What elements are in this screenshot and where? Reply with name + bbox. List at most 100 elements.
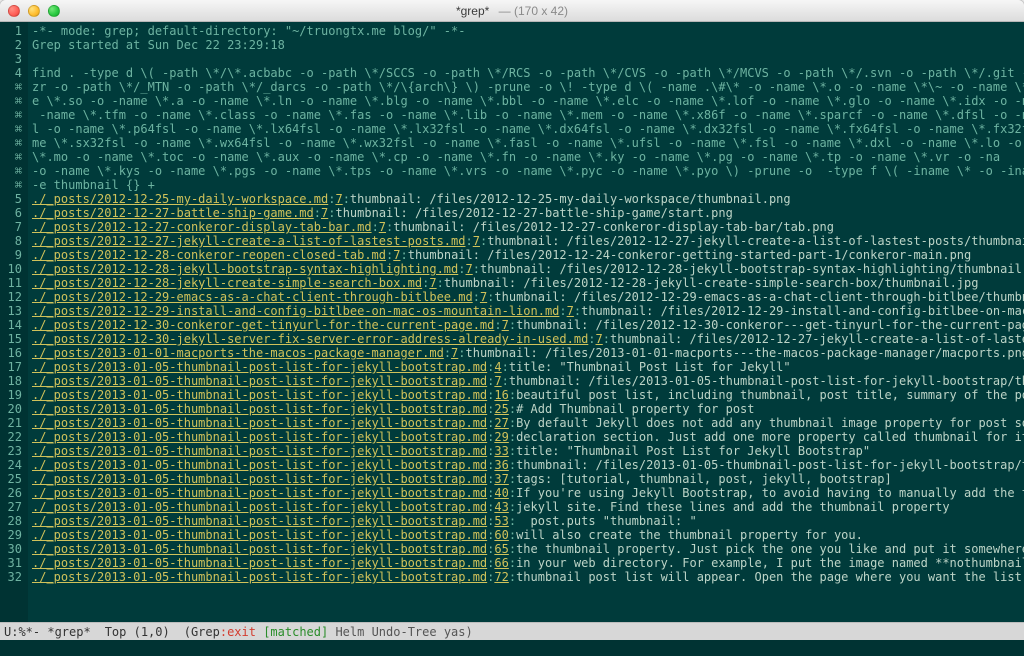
zoom-icon[interactable] [48,5,60,17]
grep-file-path[interactable]: ./_posts/2013-01-05-thumbnail-post-list-… [32,570,487,584]
grep-result[interactable]: ./_posts/2012-12-30-conkeror-get-tinyurl… [32,318,1024,332]
grep-line-no[interactable]: 7 [466,262,473,276]
grep-result[interactable]: ./_posts/2013-01-05-thumbnail-post-list-… [32,472,1024,486]
grep-file-path[interactable]: ./_posts/2013-01-05-thumbnail-post-list-… [32,374,487,388]
grep-file-path[interactable]: ./_posts/2013-01-05-thumbnail-post-list-… [32,556,487,570]
grep-file-path[interactable]: ./_posts/2013-01-05-thumbnail-post-list-… [32,500,487,514]
grep-line-no[interactable]: 7 [502,318,509,332]
grep-result[interactable]: ./_posts/2013-01-05-thumbnail-post-list-… [32,360,1024,374]
grep-line-no[interactable]: 16 [494,388,508,402]
grep-started[interactable]: Grep started at Sun Dec 22 23:29:18 [32,38,1024,52]
minibuffer[interactable] [0,640,1024,656]
grep-result[interactable]: ./_posts/2012-12-27-battle-ship-game.md:… [32,206,1024,220]
grep-result[interactable]: ./_posts/2013-01-05-thumbnail-post-list-… [32,528,1024,542]
grep-file-path[interactable]: ./_posts/2012-12-29-install-and-config-b… [32,304,559,318]
grep-result[interactable]: ./_posts/2013-01-05-thumbnail-post-list-… [32,556,1024,570]
grep-result[interactable]: ./_posts/2012-12-30-jekyll-server-fix-se… [32,332,1024,346]
find-command-cont[interactable]: l -o -name \*.p64fsl -o -name \*.lx64fsl… [32,122,1024,136]
grep-line-no[interactable]: 4 [494,360,501,374]
grep-file-path[interactable]: ./_posts/2013-01-05-thumbnail-post-list-… [32,486,487,500]
grep-file-path[interactable]: ./_posts/2013-01-05-thumbnail-post-list-… [32,472,487,486]
grep-file-path[interactable]: ./_posts/2012-12-28-conkeror-reopen-clos… [32,248,386,262]
buffer-content[interactable]: -*- mode: grep; default-directory: "~/tr… [28,22,1024,622]
grep-file-path[interactable]: ./_posts/2012-12-27-jekyll-create-a-list… [32,234,465,248]
grep-file-path[interactable]: ./_posts/2012-12-30-conkeror-get-tinyurl… [32,318,494,332]
grep-result[interactable]: ./_posts/2012-12-29-emacs-as-a-chat-clie… [32,290,1024,304]
grep-line-no[interactable]: 25 [494,402,508,416]
grep-line-no[interactable]: 33 [494,444,508,458]
grep-file-path[interactable]: ./_posts/2013-01-05-thumbnail-post-list-… [32,528,487,542]
find-command-cont[interactable]: -name \*.tfm -o -name \*.class -o -name … [32,108,1024,122]
grep-file-path[interactable]: ./_posts/2013-01-05-thumbnail-post-list-… [32,402,487,416]
grep-result[interactable]: ./_posts/2013-01-01-macports-the-macos-p… [32,346,1024,360]
grep-result[interactable]: ./_posts/2013-01-05-thumbnail-post-list-… [32,500,1024,514]
grep-line-no[interactable]: 7 [379,220,386,234]
grep-file-path[interactable]: ./_posts/2013-01-01-macports-the-macos-p… [32,346,444,360]
grep-line-no[interactable]: 37 [494,472,508,486]
mode-line-comment[interactable]: -*- mode: grep; default-directory: "~/tr… [32,24,1024,38]
grep-result[interactable]: ./_posts/2013-01-05-thumbnail-post-list-… [32,514,1024,528]
editor-area[interactable]: 1234⌘⌘⌘⌘⌘⌘⌘⌘5678910111213141516171819202… [0,22,1024,622]
grep-file-path[interactable]: ./_posts/2013-01-05-thumbnail-post-list-… [32,430,487,444]
grep-sep: : [458,346,465,360]
grep-file-path[interactable]: ./_posts/2012-12-28-jekyll-create-simple… [32,276,422,290]
grep-result[interactable]: ./_posts/2013-01-05-thumbnail-post-list-… [32,430,1024,444]
grep-file-path[interactable]: ./_posts/2012-12-25-my-daily-workspace.m… [32,192,328,206]
grep-file-path[interactable]: ./_posts/2013-01-05-thumbnail-post-list-… [32,458,487,472]
grep-line-no[interactable]: 7 [429,276,436,290]
grep-result[interactable]: ./_posts/2013-01-05-thumbnail-post-list-… [32,570,1024,584]
grep-line-no[interactable]: 53 [494,514,508,528]
blank-line[interactable] [32,52,1024,66]
grep-result[interactable]: ./_posts/2012-12-27-jekyll-create-a-list… [32,234,1024,248]
grep-result[interactable]: ./_posts/2012-12-25-my-daily-workspace.m… [32,192,1024,206]
find-command-cont[interactable]: \*.mo -o -name \*.toc -o -name \*.aux -o… [32,150,1024,164]
grep-line-no[interactable]: 40 [494,486,508,500]
grep-line-no[interactable]: 66 [494,556,508,570]
grep-file-path[interactable]: ./_posts/2013-01-05-thumbnail-post-list-… [32,360,487,374]
grep-file-path[interactable]: ./_posts/2013-01-05-thumbnail-post-list-… [32,444,487,458]
grep-result[interactable]: ./_posts/2013-01-05-thumbnail-post-list-… [32,402,1024,416]
minimize-icon[interactable] [28,5,40,17]
grep-result[interactable]: ./_posts/2013-01-05-thumbnail-post-list-… [32,458,1024,472]
find-command-cont[interactable]: e \*.so -o -name \*.a -o -name \*.ln -o … [32,94,1024,108]
grep-file-path[interactable]: ./_posts/2012-12-30-jekyll-server-fix-se… [32,332,588,346]
grep-line-no[interactable]: 7 [335,192,342,206]
close-icon[interactable] [8,5,20,17]
grep-file-path[interactable]: ./_posts/2013-01-05-thumbnail-post-list-… [32,416,487,430]
grep-line-no[interactable]: 72 [494,570,508,584]
grep-line-no[interactable]: 7 [494,374,501,388]
grep-line-no[interactable]: 29 [494,430,508,444]
grep-file-path[interactable]: ./_posts/2012-12-28-jekyll-bootstrap-syn… [32,262,458,276]
grep-result[interactable]: ./_posts/2012-12-29-install-and-config-b… [32,304,1024,318]
find-command-cont[interactable]: -e thumbnail {} + [32,178,1024,192]
find-command-cont[interactable]: -o -name \*.kys -o -name \*.pgs -o -name… [32,164,1024,178]
line-number: ⌘ [0,94,22,108]
grep-file-path[interactable]: ./_posts/2012-12-29-emacs-as-a-chat-clie… [32,290,473,304]
find-command[interactable]: find . -type d \( -path \*/\*.acbabc -o … [32,66,1024,80]
grep-result[interactable]: ./_posts/2012-12-27-conkeror-display-tab… [32,220,1024,234]
grep-line-no[interactable]: 27 [494,416,508,430]
grep-line-no[interactable]: 36 [494,458,508,472]
grep-result[interactable]: ./_posts/2012-12-28-jekyll-bootstrap-syn… [32,262,1024,276]
grep-line-no[interactable]: 7 [567,304,574,318]
grep-result[interactable]: ./_posts/2013-01-05-thumbnail-post-list-… [32,444,1024,458]
grep-result[interactable]: ./_posts/2013-01-05-thumbnail-post-list-… [32,416,1024,430]
grep-line-no[interactable]: 7 [473,234,480,248]
grep-file-path[interactable]: ./_posts/2013-01-05-thumbnail-post-list-… [32,514,487,528]
grep-file-path[interactable]: ./_posts/2012-12-27-conkeror-display-tab… [32,220,372,234]
grep-result[interactable]: ./_posts/2013-01-05-thumbnail-post-list-… [32,388,1024,402]
grep-result[interactable]: ./_posts/2013-01-05-thumbnail-post-list-… [32,374,1024,388]
grep-result[interactable]: ./_posts/2012-12-28-conkeror-reopen-clos… [32,248,1024,262]
find-command-cont[interactable]: me \*.sx32fsl -o -name \*.wx64fsl -o -na… [32,136,1024,150]
find-command-cont[interactable]: zr -o -path \*/_MTN -o -path \*/_darcs -… [32,80,1024,94]
grep-file-path[interactable]: ./_posts/2012-12-27-battle-ship-game.md [32,206,314,220]
grep-result[interactable]: ./_posts/2013-01-05-thumbnail-post-list-… [32,486,1024,500]
grep-line-no[interactable]: 65 [494,542,508,556]
grep-line-no[interactable]: 60 [494,528,508,542]
grep-file-path[interactable]: ./_posts/2013-01-05-thumbnail-post-list-… [32,388,487,402]
grep-result[interactable]: ./_posts/2012-12-28-jekyll-create-simple… [32,276,1024,290]
grep-file-path[interactable]: ./_posts/2013-01-05-thumbnail-post-list-… [32,542,487,556]
grep-result[interactable]: ./_posts/2013-01-05-thumbnail-post-list-… [32,542,1024,556]
grep-line-no[interactable]: 7 [596,332,603,346]
grep-line-no[interactable]: 43 [494,500,508,514]
